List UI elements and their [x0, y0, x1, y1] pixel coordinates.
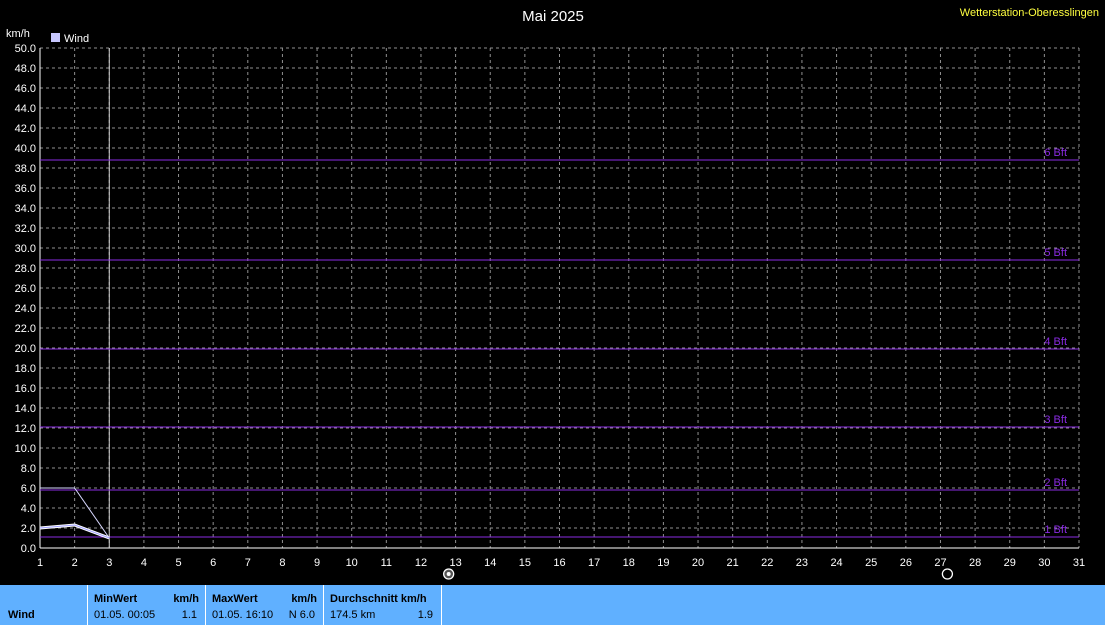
y-tick-label: 36.0	[15, 183, 36, 195]
x-tick-label: 4	[141, 557, 147, 569]
x-tick-label: 28	[969, 557, 981, 569]
x-tick-label: 6	[210, 557, 216, 569]
x-tick-label: 29	[1004, 557, 1016, 569]
footer-min-cell: MinWert km/h 01.05. 00:05 1.1	[88, 585, 206, 625]
x-tick-label: 8	[279, 557, 285, 569]
x-tick-label: 27	[934, 557, 946, 569]
y-tick-label: 28.0	[15, 263, 36, 275]
x-tick-label: 2	[72, 557, 78, 569]
beaufort-label: 1 Bft	[1044, 524, 1067, 536]
y-tick-label: 32.0	[15, 223, 36, 235]
y-tick-label: 38.0	[15, 163, 36, 175]
x-tick-label: 11	[381, 557, 392, 569]
y-tick-label: 30.0	[15, 243, 36, 255]
avg-distance: 174.5 km	[330, 609, 376, 621]
x-tick-label: 30	[1038, 557, 1050, 569]
y-axis-unit: km/h	[6, 28, 30, 40]
beaufort-label: 5 Bft	[1044, 247, 1067, 259]
y-tick-label: 44.0	[15, 103, 36, 115]
x-tick-label: 14	[484, 557, 496, 569]
x-tick-label: 9	[314, 557, 320, 569]
x-tick-label: 26	[900, 557, 912, 569]
x-tick-label: 3	[106, 557, 112, 569]
max-date: 01.05. 16:10	[212, 609, 274, 621]
footer-avg-cell: Durchschnitt km/h 174.5 km 1.9	[324, 585, 442, 625]
wind-chart: Mai 2025 Wetterstation-Oberesslingen km/…	[6, 7, 1099, 580]
x-tick-label: 31	[1073, 557, 1085, 569]
min-value: 1.1	[181, 609, 197, 621]
legend-label: Wind	[64, 33, 89, 45]
x-tick-label: 20	[692, 557, 704, 569]
station-name: Wetterstation-Oberesslingen	[960, 7, 1099, 19]
avg-header: Durchschnitt km/h	[330, 593, 427, 605]
beaufort-label: 4 Bft	[1044, 336, 1067, 348]
y-tick-label: 26.0	[15, 283, 36, 295]
x-tick-label: 18	[623, 557, 635, 569]
y-tick-label: 8.0	[21, 463, 36, 475]
x-tick-label: 17	[588, 557, 600, 569]
y-tick-label: 10.0	[15, 443, 36, 455]
new-moon-icon	[941, 568, 954, 580]
x-tick-label: 12	[415, 557, 427, 569]
min-header: MinWert	[94, 593, 138, 605]
x-tick-label: 19	[657, 557, 669, 569]
x-tick-label: 22	[761, 557, 773, 569]
min-unit: km/h	[173, 593, 199, 605]
stats-footer: Wind MinWert km/h 01.05. 00:05 1.1 MaxWe…	[0, 585, 1105, 625]
y-tick-label: 0.0	[21, 543, 36, 555]
legend-swatch	[51, 33, 60, 42]
x-tick-label: 21	[727, 557, 739, 569]
moon-markers	[443, 568, 954, 580]
max-header: MaxWert	[212, 593, 258, 605]
y-tick-label: 16.0	[15, 383, 36, 395]
y-tick-label: 12.0	[15, 423, 36, 435]
full-moon-icon	[443, 568, 455, 580]
x-tick-label: 1	[37, 557, 43, 569]
x-tick-label: 25	[865, 557, 877, 569]
x-tick-label: 7	[245, 557, 251, 569]
footer-row-label: Wind	[8, 609, 35, 621]
footer-row-label-cell: Wind	[0, 585, 88, 625]
y-tick-label: 20.0	[15, 343, 36, 355]
y-tick-label: 18.0	[15, 363, 36, 375]
y-tick-label: 4.0	[21, 503, 36, 515]
x-tick-label: 23	[796, 557, 808, 569]
y-tick-label: 6.0	[21, 483, 36, 495]
beaufort-label: 3 Bft	[1044, 414, 1067, 426]
beaufort-label: 6 Bft	[1044, 147, 1067, 159]
max-unit: km/h	[291, 593, 317, 605]
grid-lines	[39, 47, 1080, 549]
y-tick-label: 2.0	[21, 523, 36, 535]
beaufort-label: 2 Bft	[1044, 477, 1067, 489]
y-tick-label: 40.0	[15, 143, 36, 155]
y-tick-label: 14.0	[15, 403, 36, 415]
chart-title: Mai 2025	[522, 8, 584, 25]
y-tick-label: 48.0	[15, 63, 36, 75]
y-tick-label: 42.0	[15, 123, 36, 135]
x-tick-labels: 1 2 3 4 5 6 7 8 9 10 11 12 13 14 15 16 17 18 19 20 21 22 23 24 2…	[37, 557, 1085, 569]
x-tick-label: 10	[346, 557, 358, 569]
min-date: 01.05. 00:05	[94, 609, 156, 621]
y-tick-labels: 0.0 2.0 4.0 6.0 8.0 10.0 12.0 14.0 16.0 18.0 20.0 2…	[15, 43, 36, 555]
x-tick-label: 13	[449, 557, 461, 569]
avg-value: 1.9	[417, 609, 433, 621]
y-tick-label: 46.0	[15, 83, 36, 95]
footer-max-cell: MaxWert km/h 01.05. 16:10 N 6.0	[206, 585, 324, 625]
x-tick-label: 16	[553, 557, 565, 569]
x-tick-label: 15	[519, 557, 531, 569]
y-tick-label: 50.0	[15, 43, 36, 55]
y-tick-label: 22.0	[15, 323, 36, 335]
y-tick-label: 34.0	[15, 203, 36, 215]
max-value: N 6.0	[288, 609, 315, 621]
y-tick-label: 24.0	[15, 303, 36, 315]
x-tick-label: 5	[175, 557, 181, 569]
x-tick-label: 24	[830, 557, 842, 569]
